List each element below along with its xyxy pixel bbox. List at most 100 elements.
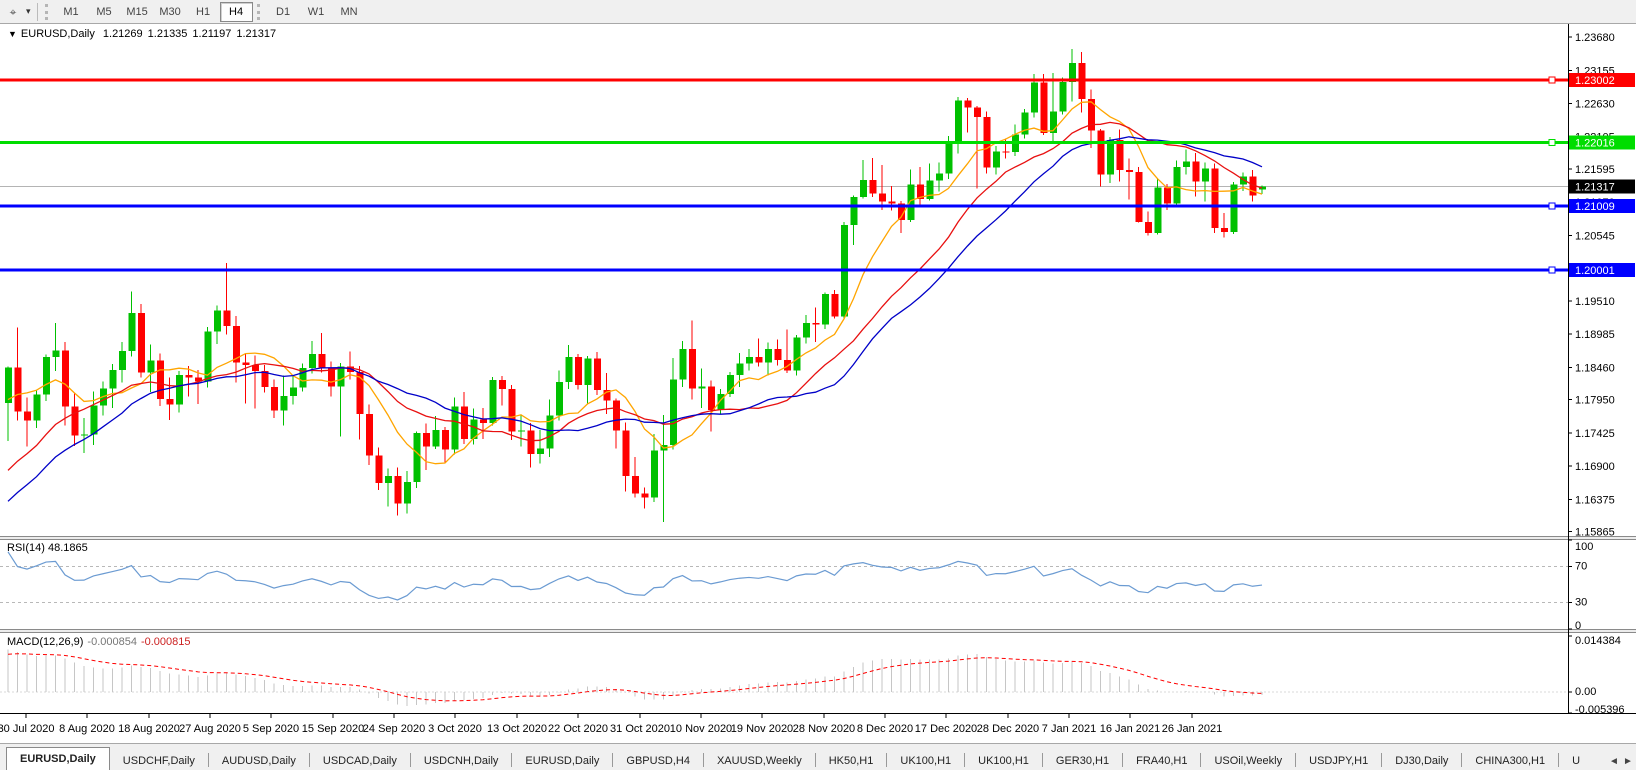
timeframe-button-M5[interactable]: M5 [88, 2, 121, 22]
tab-EURUSD-Daily[interactable]: EURUSD,Daily [6, 747, 110, 770]
tab-AUDUSD-Daily[interactable]: AUDUSD,Daily [209, 752, 309, 770]
chart-tab-bar: EURUSD,Daily USDCHF,Daily AUDUSD,Daily USDC… [0, 743, 1636, 770]
macd-tick-label: 0.00 [1575, 686, 1596, 698]
candle-up [1107, 140, 1114, 175]
tab-HK50-H1[interactable]: HK50,H1 [816, 752, 887, 770]
date-label: 13 Oct 2020 [487, 723, 547, 735]
line-handle[interactable] [1548, 266, 1556, 274]
tab-USOil-Weekly[interactable]: USOil,Weekly [1201, 752, 1295, 770]
tab-FRA40-H1[interactable]: FRA40,H1 [1123, 752, 1200, 770]
rsi-tick-label: 70 [1575, 561, 1587, 573]
line-handle[interactable] [1548, 138, 1556, 146]
tab-U[interactable]: U [1559, 752, 1593, 770]
candle-down [1116, 140, 1124, 170]
tab-USDCAD-Daily[interactable]: USDCAD,Daily [310, 752, 410, 770]
candle-down [1192, 161, 1200, 182]
candle-up [337, 366, 345, 387]
candle-up [1202, 168, 1209, 182]
candle-down [974, 107, 981, 117]
candle-down [879, 193, 886, 202]
date-label: 22 Oct 2020 [548, 723, 608, 735]
tab-GBPUSD-H4[interactable]: GBPUSD,H4 [613, 752, 703, 770]
date-label: 28 Nov 2020 [793, 723, 855, 735]
ohlc-high: 1.21335 [147, 28, 188, 40]
timeframe-button-H4[interactable]: H4 [219, 1, 253, 22]
candle-up [1154, 187, 1162, 234]
tab-DJ30-Daily[interactable]: DJ30,Daily [1382, 752, 1461, 770]
chart-tabs: EURUSD,Daily USDCHF,Daily AUDUSD,Daily USDC… [6, 745, 1600, 770]
candle-down [1135, 171, 1143, 222]
price-tick-label: 1.18460 [1575, 362, 1615, 374]
timeframe-button-W1[interactable]: W1 [300, 2, 333, 22]
candle-down [1040, 82, 1048, 134]
chart-tool-icon[interactable]: ⌖ [3, 4, 23, 20]
candle-down [71, 406, 79, 436]
candle-up [584, 358, 592, 386]
toolbar-grip[interactable] [44, 3, 51, 20]
tab-scroll-left-icon[interactable]: ◄ [1607, 756, 1621, 767]
candle-up [1183, 161, 1190, 167]
current-price-tag-label: 1.21317 [1575, 182, 1615, 194]
candle-up [404, 481, 411, 504]
candle-down [1145, 221, 1152, 234]
timeframe-toolbar: ⌖ ▾ M1 M5 M15 M30 H1 H4 D1 W1 MN [0, 0, 1636, 24]
timeframe-button-D1[interactable]: D1 [267, 2, 300, 22]
candle-down [613, 400, 620, 431]
timeframe-button-M1[interactable]: M1 [55, 2, 88, 22]
candle-down [508, 388, 516, 432]
ohlc-open: 1.21269 [102, 28, 143, 40]
candle-up [670, 379, 677, 446]
date-label: 8 Aug 2020 [59, 723, 115, 735]
candle-down [423, 433, 430, 447]
candle-down [318, 354, 326, 368]
tab-CHINA300-H1[interactable]: CHINA300,H1 [1462, 752, 1558, 770]
candle-up [1173, 166, 1181, 204]
timeframe-button-H1[interactable]: H1 [187, 2, 220, 22]
dropdown-caret-icon[interactable]: ▾ [26, 6, 31, 17]
toolbar-grip[interactable] [256, 3, 263, 20]
price-tick-label: 1.23680 [1575, 32, 1615, 44]
candle-up [204, 331, 212, 382]
ohlc-low: 1.21197 [192, 28, 232, 40]
candle-down [575, 357, 582, 386]
candle-up [556, 381, 563, 416]
candle-up [489, 380, 497, 424]
candle-up [907, 184, 915, 220]
tab-USDCHF-Daily[interactable]: USDCHF,Daily [110, 752, 208, 770]
candle-down [641, 493, 649, 498]
tab-EURUSD-Daily[interactable]: EURUSD,Daily [512, 752, 612, 770]
candle-up [413, 433, 421, 482]
symbol-dropdown-icon[interactable]: ▼ [8, 29, 17, 39]
timeframe-button-M15[interactable]: M15 [121, 2, 154, 22]
line-handle[interactable] [1548, 76, 1556, 84]
tab-USDJPY-H1[interactable]: USDJPY,H1 [1296, 752, 1381, 770]
candlestick-chart[interactable]: 1.236801.231551.226301.221051.215951.210… [0, 23, 1636, 743]
tab-XAUUSD-Weekly[interactable]: XAUUSD,Weekly [704, 752, 815, 770]
price-tick-label: 1.20545 [1575, 230, 1615, 242]
candle-up [309, 354, 316, 369]
tab-scroll-right-icon[interactable]: ► [1621, 756, 1635, 767]
toolbar-separator [36, 2, 38, 21]
tab-GER30-H1[interactable]: GER30,H1 [1043, 752, 1122, 770]
ma-fast-line [7, 101, 1263, 465]
line-handle[interactable] [1548, 202, 1556, 210]
candle-down [1211, 168, 1219, 229]
tab-USDCNH-Daily[interactable]: USDCNH,Daily [411, 752, 512, 770]
candle-down [366, 414, 373, 456]
candle-down [964, 100, 972, 108]
price-tick-label: 1.19510 [1575, 296, 1615, 308]
timeframe-button-MN[interactable]: MN [333, 2, 366, 22]
candle-down [138, 312, 145, 373]
date-label: 26 Jan 2021 [1162, 723, 1223, 735]
price-tick-label: 1.17950 [1575, 395, 1615, 407]
timeframe-button-M30[interactable]: M30 [154, 2, 187, 22]
candle-down [242, 362, 250, 365]
candle-up [651, 450, 658, 498]
candle-up [945, 143, 953, 174]
tab-UK100-H1[interactable]: UK100,H1 [965, 752, 1042, 770]
candle-down [869, 180, 877, 194]
tab-UK100-H1[interactable]: UK100,H1 [887, 752, 964, 770]
date-label: 27 Aug 2020 [179, 723, 241, 735]
ma-slow-line [7, 136, 1263, 502]
candle-down [1164, 187, 1171, 204]
